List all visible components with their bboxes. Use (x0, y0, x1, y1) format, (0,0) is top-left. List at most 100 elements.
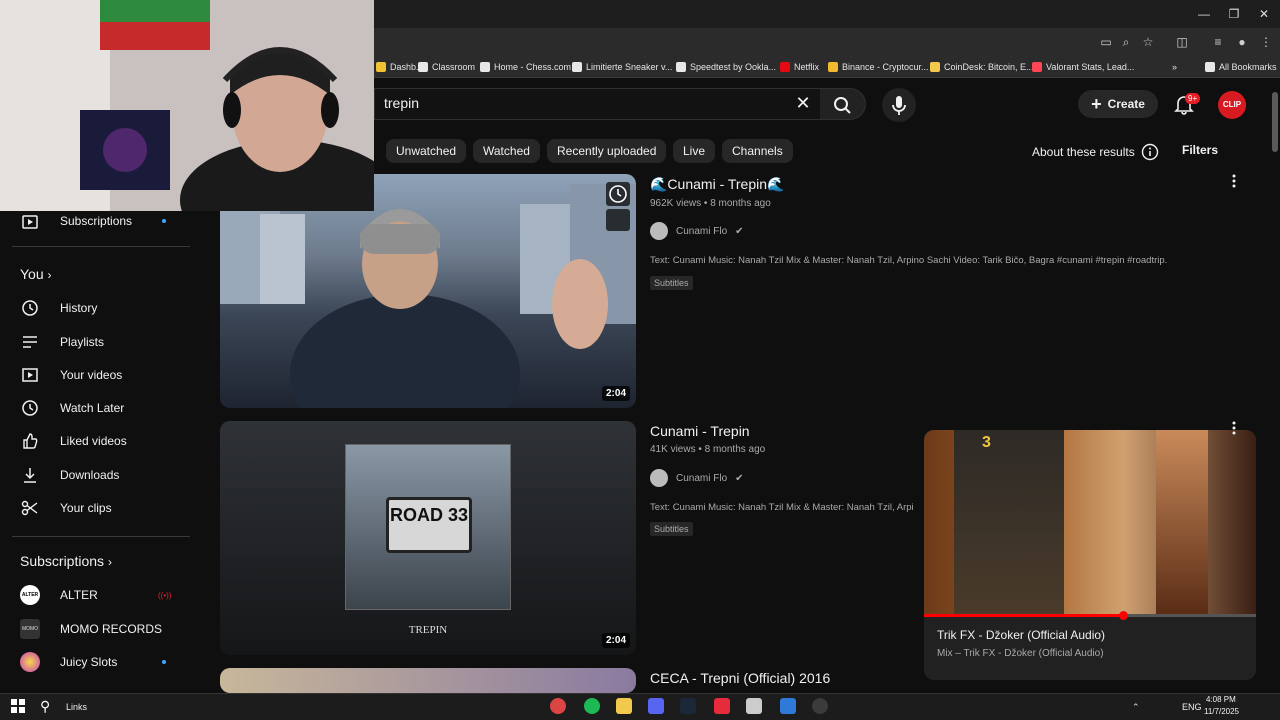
taskbar-search-label[interactable]: Links (66, 702, 87, 712)
steam-icon[interactable] (680, 698, 696, 714)
scrollbar-thumb[interactable] (1272, 92, 1278, 152)
file-explorer-icon[interactable] (616, 698, 632, 714)
bookmark-item[interactable]: All Bookmarks (1205, 60, 1277, 74)
bookmark-item[interactable]: Speedtest by Ookla... (676, 60, 776, 74)
search-button[interactable] (820, 88, 866, 120)
bookmark-favicon-icon (780, 62, 790, 72)
progress-handle[interactable] (1119, 611, 1129, 620)
channel-info[interactable]: Cunami Flo ✔ (650, 469, 744, 487)
bookmark-label: Binance - Cryptocur... (842, 62, 929, 72)
channel-avatar: ALTER (20, 585, 40, 605)
road-sign: ROAD 33 (386, 497, 472, 553)
new-content-dot (162, 219, 166, 223)
voice-search-button[interactable] (882, 88, 916, 122)
sidebar-item-playlists[interactable]: Playlists (0, 328, 190, 356)
sidebar-item-history[interactable]: History (0, 294, 190, 322)
sidebar-item-watch-later[interactable]: Watch Later (0, 394, 190, 422)
bookmark-item[interactable]: Dashb... (376, 60, 424, 74)
bookmark-label: Limitierte Sneaker v... (586, 62, 673, 72)
windows-start-icon[interactable] (10, 698, 26, 714)
album-spine (1156, 430, 1208, 616)
bookmark-item[interactable]: Binance - Cryptocur... (828, 60, 929, 74)
live-icon: ((•)) (158, 590, 172, 600)
channel-avatar: MOMO (20, 619, 40, 639)
close-window-icon[interactable]: ✕ (1254, 6, 1274, 22)
bookmark-favicon-icon (572, 62, 582, 72)
bookmark-label: Speedtest by Ookla... (690, 62, 777, 72)
sidebar-divider (12, 536, 190, 537)
bookmark-item[interactable]: Home - Chess.com (480, 60, 571, 74)
clock-date[interactable]: 11/7/2025 (1204, 707, 1239, 716)
subscription-name: MOMO RECORDS (60, 622, 162, 636)
webcam-overlay (0, 0, 374, 211)
clock-time[interactable]: 4:08 PM (1206, 695, 1236, 704)
profile-icon[interactable]: ● (1234, 34, 1250, 50)
miniplayer-progress-track[interactable] (924, 614, 1256, 617)
filter-chip[interactable]: Unwatched (386, 139, 467, 163)
more-bookmarks-icon[interactable]: » (1172, 60, 1177, 74)
tray-chevron-icon[interactable]: ⌃ (1132, 702, 1140, 713)
account-avatar[interactable]: CLIP (1218, 91, 1246, 119)
video-meta: 41K views • 8 months ago (650, 444, 766, 455)
bookmark-item[interactable]: Netflix (780, 60, 819, 74)
search-icon[interactable]: ⚲ (40, 698, 56, 714)
miniplayer[interactable]: 3 (924, 430, 1256, 680)
language-indicator[interactable]: ENG (1182, 702, 1202, 712)
app-icon[interactable] (746, 698, 762, 714)
app-icon[interactable] (780, 698, 796, 714)
cast-icon[interactable]: ▭ (1098, 34, 1114, 50)
bookmark-label: Home - Chess.com (494, 62, 572, 72)
sidebar-item-liked-videos[interactable]: Liked videos (0, 427, 190, 455)
about-results-link[interactable]: About these results (1032, 143, 1159, 161)
more-options-icon[interactable] (1228, 174, 1240, 188)
sidebar-item-label: Watch Later (60, 401, 125, 415)
app-icon[interactable] (812, 698, 828, 714)
channel-info[interactable]: Cunami Flo ✔ (650, 222, 744, 240)
filter-chip[interactable]: Watched (473, 139, 540, 163)
search-input-box[interactable] (374, 88, 830, 120)
search-input[interactable]: trepin (384, 95, 419, 111)
create-button[interactable]: + Create (1078, 90, 1158, 118)
chrome-icon[interactable] (550, 698, 566, 714)
restore-icon[interactable]: ❐ (1224, 6, 1244, 22)
sidebar-subscriptions-heading[interactable]: Subscriptions › (20, 553, 112, 569)
subscription-item[interactable]: MOMO MOMO RECORDS (0, 615, 190, 643)
extensions-icon[interactable]: ◫ (1174, 34, 1190, 50)
sidebar-item-your-clips[interactable]: Your clips (0, 494, 190, 522)
filter-chip[interactable]: Live (673, 139, 716, 163)
video-thumbnail[interactable]: ROAD 33 TREPIN 2:04 (220, 421, 636, 655)
watch-later-icon[interactable] (606, 182, 630, 206)
filter-chip[interactable]: Recently uploaded (547, 139, 667, 163)
video-title[interactable]: Cunami - Trepin (650, 423, 750, 439)
video-title[interactable]: 🌊Cunami - Trepin🌊 (650, 176, 784, 193)
bookmark-label: Valorant Stats, Lead... (1046, 62, 1135, 72)
subscription-item[interactable]: ALTER ALTER ((•)) (0, 581, 190, 609)
star-icon[interactable]: ☆ (1140, 34, 1156, 50)
minimize-icon[interactable]: — (1194, 6, 1214, 22)
filters-button[interactable]: Filters (1182, 143, 1218, 157)
sidebar-you-heading[interactable]: You › (20, 266, 52, 282)
add-to-queue-icon[interactable] (606, 209, 630, 231)
riot-icon[interactable] (714, 698, 730, 714)
more-options-icon[interactable] (1228, 421, 1240, 435)
video-title[interactable]: CECA - Trepni (Official) 2016 (650, 670, 830, 686)
miniplayer-title[interactable]: Trik FX - Džoker (Official Audio) (937, 628, 1105, 642)
bookmark-item[interactable]: Limitierte Sneaker v... (572, 60, 672, 74)
bookmark-item[interactable]: CoinDesk: Bitcoin, E... (930, 60, 1034, 74)
zoom-icon[interactable]: ⌕ (1118, 34, 1134, 50)
subscription-name: Juicy Slots (60, 655, 118, 669)
video-thumbnail[interactable] (220, 668, 636, 693)
bookmark-item[interactable]: Valorant Stats, Lead... (1032, 60, 1134, 74)
video-description: Text: Cunami Music: Nanah Tzil Mix & Mas… (650, 255, 1168, 266)
filter-chip[interactable]: Channels (722, 139, 793, 163)
bookmark-item[interactable]: Classroom (418, 60, 475, 74)
spotify-icon[interactable] (584, 698, 600, 714)
discord-icon[interactable] (648, 698, 664, 714)
clear-search-icon[interactable]: ✕ (794, 94, 812, 112)
media-icon[interactable]: ≡ (1210, 34, 1226, 50)
channel-name: Cunami Flo (676, 225, 728, 237)
miniplayer-video[interactable]: 3 (924, 430, 1256, 616)
sidebar-item-downloads[interactable]: Downloads (0, 461, 190, 489)
sidebar-item-your-videos[interactable]: Your videos (0, 361, 190, 389)
menu-icon[interactable]: ⋮ (1258, 34, 1274, 50)
